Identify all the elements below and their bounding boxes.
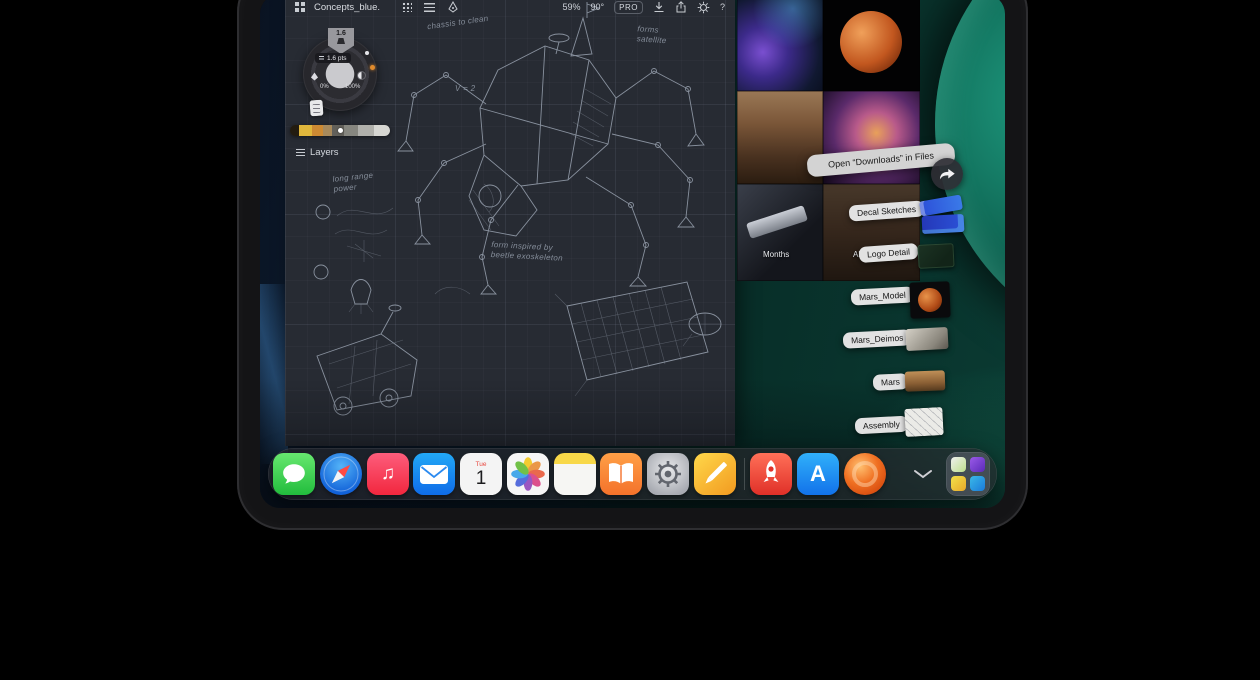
mars-thumbnail[interactable] xyxy=(905,370,946,391)
ipad-screen: chassis to clean forms satellite V = 2 l… xyxy=(260,0,1005,508)
drag-item-label[interactable]: Assembly xyxy=(855,416,909,435)
assembly-thumbnail[interactable] xyxy=(904,407,943,437)
drag-item-label[interactable]: Logo Detail xyxy=(859,243,919,263)
share-forward-button[interactable] xyxy=(931,158,963,190)
music-note-icon: ♫ xyxy=(381,463,395,485)
pencil-icon xyxy=(695,454,735,494)
dock-icon-mail[interactable] xyxy=(413,453,455,495)
dock-icon-settings[interactable] xyxy=(647,453,689,495)
drag-item-label[interactable]: Decal Sketches xyxy=(849,200,925,221)
speech-bubble-icon xyxy=(281,461,307,487)
dock-icon-rocket-app[interactable] xyxy=(750,453,792,495)
envelope-icon xyxy=(414,454,454,494)
app-store-letter: A xyxy=(810,461,826,487)
gear-icon xyxy=(648,454,688,494)
dock-icon-calendar[interactable]: Tue 1 xyxy=(460,453,502,495)
compass-needle-icon xyxy=(321,454,361,494)
logo-detail-thumbnail[interactable] xyxy=(917,243,954,269)
dock-icon-drawing-app[interactable] xyxy=(694,453,736,495)
chevron-down-icon[interactable] xyxy=(913,469,933,479)
open-book-icon xyxy=(601,454,641,494)
rocket-icon xyxy=(751,454,791,494)
mini-app-icon xyxy=(970,476,985,491)
dock-icon-books[interactable] xyxy=(600,453,642,495)
mars-model-thumbnail[interactable] xyxy=(909,281,950,318)
dock-icon-music[interactable]: ♫ xyxy=(367,453,409,495)
decal-thumbnail-1[interactable] xyxy=(919,194,963,216)
drag-drop-layer: Open “Downloads” in Files Decal Sketches… xyxy=(260,0,1005,508)
mars-deimos-thumbnail[interactable] xyxy=(905,327,948,351)
dock-icon-photos[interactable] xyxy=(507,453,549,495)
ipad-device: chassis to clean forms satellite V = 2 l… xyxy=(237,0,1028,530)
mini-app-icon xyxy=(970,457,985,472)
decal-thumbnail-2[interactable] xyxy=(922,214,965,234)
dock-divider xyxy=(744,458,745,490)
dock-icon-safari[interactable] xyxy=(320,453,362,495)
drag-item-label[interactable]: Mars_Deimos xyxy=(843,329,912,349)
dock-icon-orange-app[interactable] xyxy=(844,453,886,495)
photos-flower-icon xyxy=(508,454,548,494)
mini-app-icon xyxy=(951,457,966,472)
calendar-day: 1 xyxy=(476,469,487,489)
share-forward-icon xyxy=(938,166,956,182)
mini-app-icon xyxy=(951,476,966,491)
mars-model-sphere xyxy=(918,288,943,313)
dock-icon-messages[interactable] xyxy=(273,453,315,495)
dock: ♫ Tue 1 xyxy=(268,448,997,500)
dock-app-library-button[interactable] xyxy=(946,452,990,496)
orange-app-ring xyxy=(852,461,878,487)
drag-item-label[interactable]: Mars xyxy=(873,373,909,391)
dock-icon-notes[interactable] xyxy=(554,453,596,495)
dock-icon-app-store[interactable]: A xyxy=(797,453,839,495)
drag-item-label[interactable]: Mars_Model xyxy=(851,286,915,305)
